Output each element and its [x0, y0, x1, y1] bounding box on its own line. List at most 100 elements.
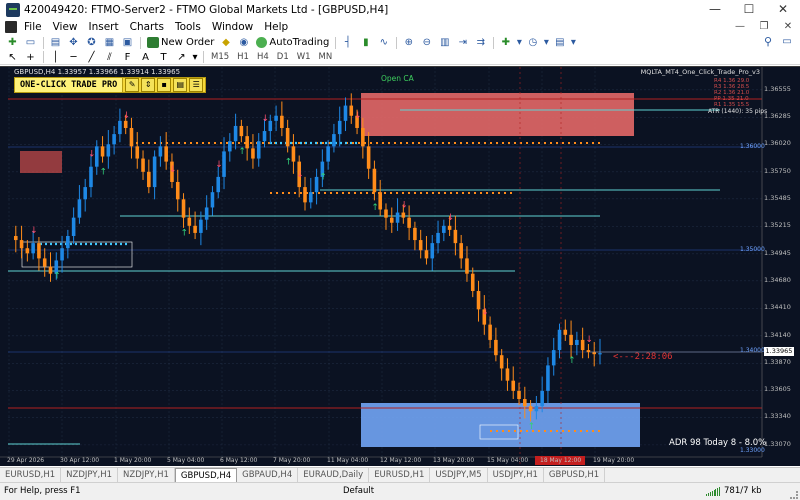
resize-grip-icon[interactable] [790, 491, 798, 499]
zoom-out-icon[interactable]: ⊖ [418, 36, 435, 50]
autotrading-button[interactable]: AutoTrading [253, 36, 332, 50]
child-restore-button[interactable]: ❐ [752, 19, 776, 35]
oct-settings-icon[interactable]: ⇕ [141, 78, 156, 92]
sell-arrow-icon: ↓ [169, 165, 177, 175]
tab-gbpaud-h4[interactable]: GBPAUD,H4 [237, 468, 299, 483]
strategy-tester-icon[interactable]: ▣ [119, 36, 136, 50]
buy-arrow-icon: ↑ [238, 147, 246, 157]
templates-dropdown-icon[interactable]: ▾ [569, 36, 577, 50]
bear-candle [187, 217, 192, 226]
time-tick-label: 6 May 12:00 [220, 457, 258, 464]
menu-insert[interactable]: Insert [86, 21, 127, 33]
bear-candle [361, 127, 365, 147]
time-tick-label: 29 Apr 2026 [7, 457, 45, 464]
timeframe-m15[interactable]: M15 [207, 51, 233, 64]
cursor-icon[interactable]: ↖ [4, 50, 21, 64]
bull-candle [210, 192, 215, 208]
autoscroll-icon[interactable]: ⇉ [472, 36, 489, 50]
equidistant-channel-icon[interactable]: ⫽ [101, 50, 118, 64]
timeframe-h1[interactable]: H1 [233, 51, 253, 64]
horizontal-line-icon[interactable]: ─ [65, 50, 82, 64]
indicators-icon[interactable]: ✚ [497, 36, 514, 50]
tab-usdjpy-h1[interactable]: USDJPY,H1 [488, 468, 544, 483]
text-label-icon[interactable]: T [155, 50, 172, 64]
new-chart-icon[interactable]: ✚ [4, 36, 21, 50]
timeframe-mn[interactable]: MN [315, 51, 337, 64]
templates-icon[interactable]: ▤ [551, 36, 568, 50]
bull-candle [152, 156, 157, 188]
oct-dot-icon[interactable]: ▪ [157, 78, 172, 92]
autotrading-icon [256, 37, 268, 48]
tab-usdjpy-m5[interactable]: USDJPY,M5 [430, 468, 488, 483]
vertical-line-icon[interactable]: │ [47, 50, 64, 64]
tab-eurusd-h1[interactable]: EURUSD,H1 [0, 468, 62, 483]
oct-book-icon[interactable]: ▤ [173, 78, 188, 92]
tab-euraud-daily[interactable]: EURAUD,Daily [298, 468, 370, 483]
bar-chart-icon[interactable]: ┤ [339, 36, 356, 50]
minimize-button[interactable]: — [698, 0, 732, 19]
child-close-button[interactable]: ✕ [776, 19, 800, 35]
price-tick-label: 1.36020 [764, 139, 791, 148]
search-icon[interactable]: ⚲ [761, 35, 775, 49]
bull-candle [598, 353, 602, 355]
close-button[interactable]: ✕ [766, 0, 800, 19]
candlestick-icon[interactable]: ▮ [357, 36, 374, 50]
bear-candle [499, 355, 504, 369]
price-chart[interactable]: ↑ ↑ ↑ ↑ ↑ ↑ ↑ ↑ ↑ ↓ ↓ ↓ ↓ ↓ ↓ ↓ ↓ ↓ ↓ ↓ ↓ [0, 66, 800, 466]
fibonacci-icon[interactable]: F [119, 50, 136, 64]
bull-candle [551, 350, 556, 366]
crosshair-icon[interactable]: + [22, 50, 39, 64]
bear-candle [37, 243, 41, 259]
periods-dropdown-icon[interactable]: ▾ [542, 36, 550, 50]
bear-candle [123, 120, 128, 128]
timeframe-w1[interactable]: W1 [293, 51, 315, 64]
menu-tools[interactable]: Tools [172, 21, 209, 33]
arrows-icon[interactable]: ↗ [173, 50, 190, 64]
bear-candle [349, 105, 354, 116]
child-minimize-button[interactable]: — [728, 19, 752, 35]
periods-icon[interactable]: ◷ [524, 36, 541, 50]
sell-arrow-icon: ↓ [447, 213, 455, 223]
timeframe-h4[interactable]: H4 [253, 51, 273, 64]
oct-list-icon[interactable]: ☰ [189, 78, 204, 92]
profiles-icon[interactable]: ▭ [22, 36, 39, 50]
tab-gbpusd-h1[interactable]: GBPUSD,H1 [544, 468, 606, 483]
zoom-in-icon[interactable]: ⊕ [400, 36, 417, 50]
metaeditor-icon[interactable]: ◆ [217, 36, 234, 50]
sell-arrow-icon: ↓ [30, 226, 38, 236]
arrows-dropdown-icon[interactable]: ▾ [191, 50, 199, 64]
tab-nzdjpy-h1[interactable]: NZDJPY,H1 [61, 468, 119, 483]
chat-icon[interactable]: ▭ [780, 35, 794, 49]
metaquotes-icon[interactable]: ◉ [235, 36, 252, 50]
help-text: For Help, press F1 [4, 486, 81, 496]
data-window-icon[interactable]: ✥ [65, 36, 82, 50]
market-watch-icon[interactable]: ▤ [47, 36, 64, 50]
sell-arrow-icon: ↓ [481, 308, 489, 318]
timeframe-d1[interactable]: D1 [273, 51, 293, 64]
text-icon[interactable]: A [137, 50, 154, 64]
bear-candle [418, 240, 423, 251]
new-order-button[interactable]: New Order [144, 36, 217, 50]
bull-candle [31, 243, 35, 254]
tab-eurusd-h1-2[interactable]: EURUSD,H1 [369, 468, 431, 483]
price-tick-label: 1.34410 [764, 303, 791, 312]
chart-shift-icon[interactable]: ⇥ [454, 36, 471, 50]
oct-title[interactable]: ONE-CLICK TRADE PRO [15, 78, 124, 92]
menu-window[interactable]: Window [209, 21, 261, 33]
terminal-icon[interactable]: ▦ [101, 36, 118, 50]
chart-canvas[interactable]: ↑↑↑↑↑↑↑↑↑↓↓↓↓↓↓↓↓↓↓↓↓ [0, 67, 800, 466]
navigator-icon[interactable]: ✪ [83, 36, 100, 50]
line-chart-icon[interactable]: ∿ [375, 36, 392, 50]
menu-file[interactable]: File [21, 21, 50, 33]
oct-pencil-icon[interactable]: ✎ [125, 78, 140, 92]
maximize-button[interactable]: ☐ [732, 0, 766, 19]
chart-doc-icon[interactable] [5, 21, 17, 33]
tile-windows-icon[interactable]: ▥ [436, 36, 453, 50]
menu-charts[interactable]: Charts [127, 21, 172, 33]
trendline-icon[interactable]: ╱ [83, 50, 100, 64]
menu-view[interactable]: View [50, 21, 86, 33]
tab-nzdjpy-h1-2[interactable]: NZDJPY,H1 [118, 468, 175, 483]
tab-gbpusd-h4[interactable]: GBPUSD,H4 [174, 468, 238, 483]
menu-help[interactable]: Help [261, 21, 296, 33]
indicators-dropdown-icon[interactable]: ▾ [515, 36, 523, 50]
